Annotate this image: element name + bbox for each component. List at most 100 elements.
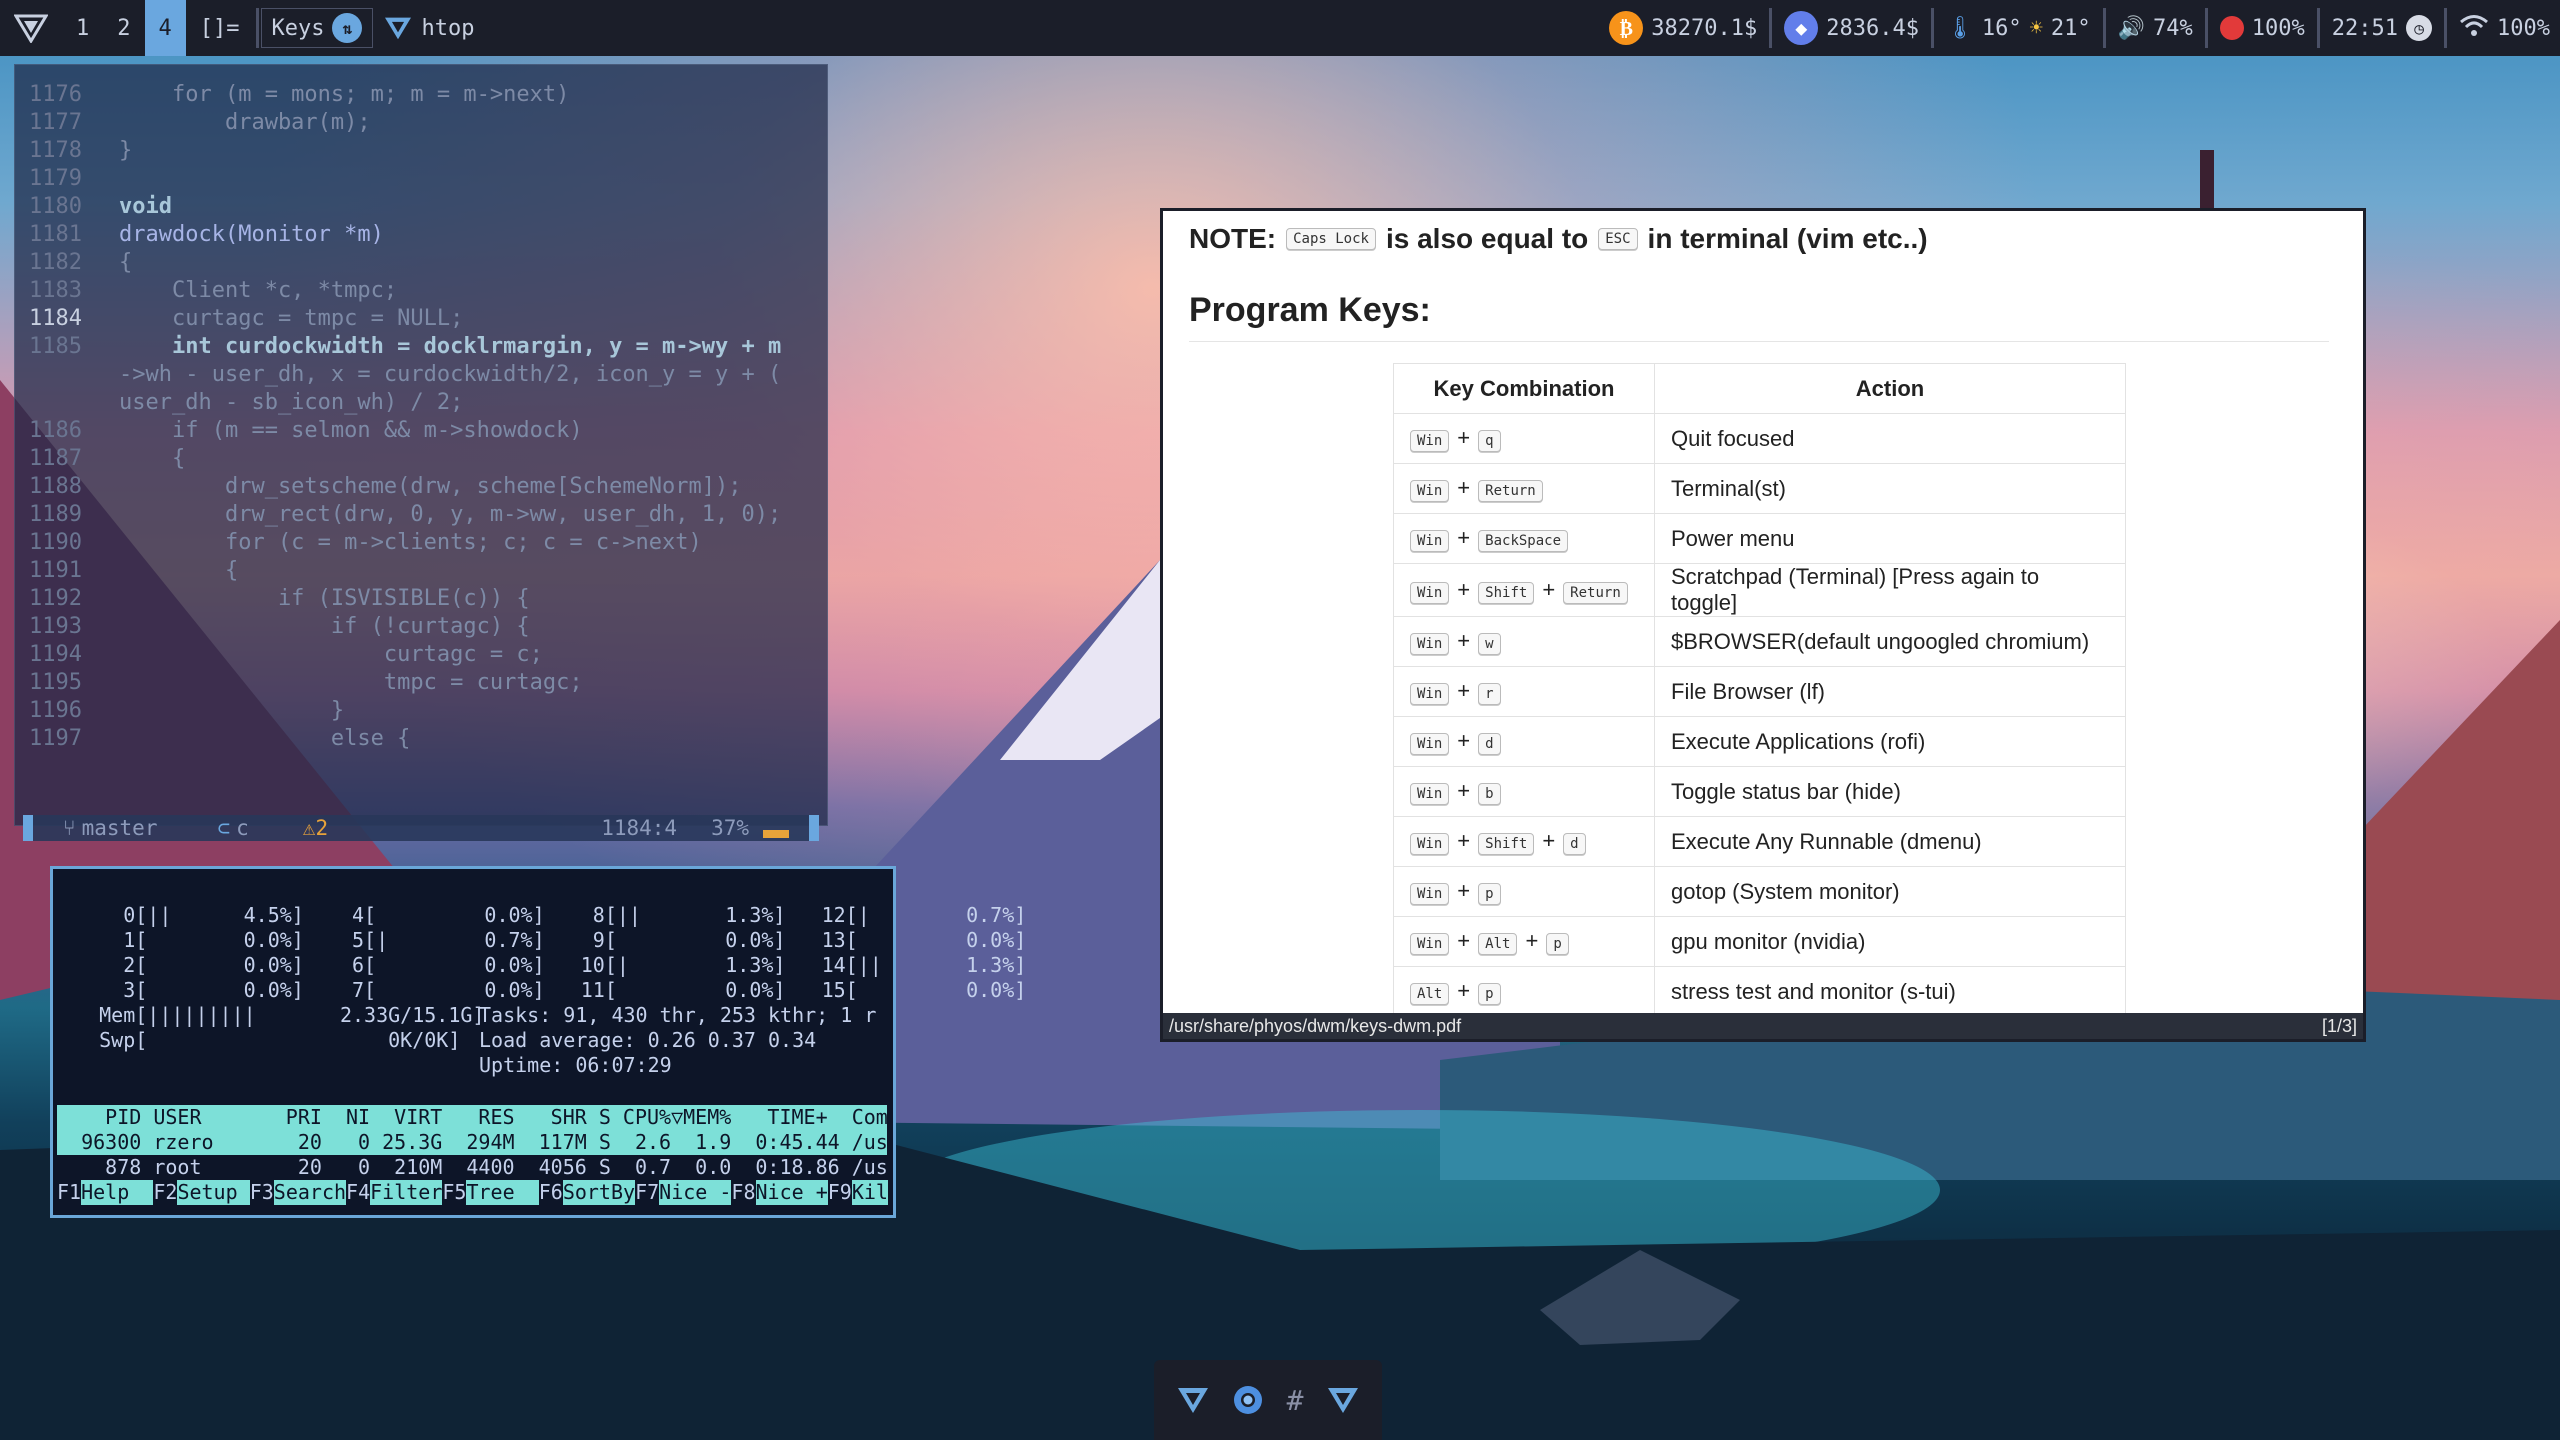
code-line[interactable]: 1184 curtagc = tmpc = NULL;	[29, 305, 829, 333]
code-line[interactable]: 1186 if (m == selmon && m->showdock)	[29, 417, 829, 445]
swap-meter: Swp[ 0K/0K]	[63, 1028, 461, 1052]
tag-4[interactable]: 4	[144, 0, 186, 56]
code-line[interactable]: 1176 for (m = mons; m; m = m->next)	[29, 81, 829, 109]
process-table-header[interactable]: PID USER PRI NI VIRT RES SHR S CPU%▽MEM%…	[57, 1105, 888, 1130]
layout-indicator[interactable]: []=	[186, 0, 254, 56]
key: Win	[1410, 530, 1450, 552]
battery: 100%	[2210, 0, 2315, 56]
code-line[interactable]: 1193 if (!curtagc) {	[29, 613, 829, 641]
code-line[interactable]: 1197 else {	[29, 725, 829, 753]
plus-sign: +	[1457, 678, 1471, 703]
code-line[interactable]: 1187 {	[29, 445, 829, 473]
code-text: for (c = m->clients; c; c = c->next)	[119, 530, 702, 555]
function-key[interactable]: F9	[828, 1180, 852, 1205]
function-key-label[interactable]: Nice -	[659, 1180, 732, 1205]
battery-icon	[2219, 16, 2244, 40]
code-line[interactable]: 1190 for (c = m->clients; c; c = c->next…	[29, 529, 829, 557]
function-key-label[interactable]: Filter	[370, 1180, 443, 1205]
code-line[interactable]: ->wh - user_dh, x = curdockwidth/2, icon…	[29, 361, 829, 389]
wifi[interactable]: 100%	[2449, 0, 2560, 56]
code-editor-window[interactable]: 1176 for (m = mons; m; m = m->next) 1177 …	[14, 64, 829, 841]
function-key[interactable]: F1	[57, 1180, 81, 1205]
line-number: 1183	[29, 278, 82, 303]
function-key-label[interactable]: Setup	[177, 1180, 250, 1205]
code-line[interactable]: 1179	[29, 165, 829, 193]
action-text: Terminal(st)	[1654, 463, 2126, 514]
section-heading: Program Keys:	[1189, 291, 1431, 329]
table-row: Win + Shift + Return Scratchpad (Terminal) [P…	[1393, 563, 2126, 617]
phyos-icon[interactable]	[1326, 1385, 1360, 1415]
htop-terminal[interactable]: 0[|| 4.5%] 4[ 0.0%] 8[|| 1.3%] 12[| 0.7%…	[50, 866, 1026, 1218]
plus-sign: +	[1457, 475, 1471, 500]
clock: 22:51 ◷	[2322, 0, 2442, 56]
code-area[interactable]: 1176 for (m = mons; m; m = m->next) 1177 …	[29, 81, 829, 753]
wifi-value: 100%	[2497, 15, 2550, 41]
table-row: Win + Alt + p gpu monitor (nvidia)	[1393, 916, 2126, 967]
key: Win	[1410, 883, 1450, 905]
table-row: Win + w $BROWSER(default ungoogled chromium…	[1393, 616, 2126, 667]
action-text: File Browser (lf)	[1654, 666, 2126, 717]
code-text: drw_rect(drw, 0, y, m->ww, user_dh, 1, 0…	[119, 502, 782, 527]
code-line[interactable]: 1192 if (ISVISIBLE(c)) {	[29, 585, 829, 613]
phyos-icon[interactable]	[1176, 1385, 1210, 1415]
code-line[interactable]: 1196 }	[29, 697, 829, 725]
function-key-label[interactable]: Nice +	[755, 1180, 828, 1205]
function-key-label[interactable]: Search	[273, 1180, 347, 1205]
chromium-icon[interactable]	[1232, 1384, 1264, 1416]
phyos-logo-icon[interactable]	[0, 0, 62, 56]
pdf-viewer-window[interactable]: NOTE: Caps Lock is also equal to ESC in …	[1160, 208, 2366, 1042]
plus-sign: +	[1457, 878, 1471, 903]
tag-2[interactable]: 2	[103, 0, 144, 56]
action-text: Execute Any Runnable (dmenu)	[1654, 816, 2126, 867]
btc-price: ₿ 38270.1$	[1599, 0, 1767, 56]
code-text: tmpc = curtagc;	[119, 670, 583, 695]
code-line[interactable]: user_dh - sb_icon_wh) / 2;	[29, 389, 829, 417]
cpu-meter-row: 3[ 0.0%] 7[ 0.0%] 11[ 0.0%] 15[ 0.0%]	[63, 978, 1027, 1002]
line-number: 1193	[29, 614, 82, 639]
code-line[interactable]: 1189 drw_rect(drw, 0, y, m->ww, user_dh,…	[29, 501, 829, 529]
code-text: drawbar(m);	[119, 110, 371, 135]
process-row-selected[interactable]: 96300 rzero 20 0 25.3G 294M 117M S 2.6 1…	[57, 1130, 888, 1155]
function-key[interactable]: F5	[442, 1180, 466, 1205]
function-key[interactable]: F2	[153, 1180, 177, 1205]
function-key[interactable]: F7	[635, 1180, 659, 1205]
language-icon: ⊂	[217, 816, 231, 840]
tag-1[interactable]: 1	[62, 0, 103, 56]
function-key-label[interactable]: Kil	[851, 1180, 888, 1205]
function-key-label[interactable]: SortBy	[562, 1180, 636, 1205]
phyos-icon	[385, 17, 412, 40]
scroll-indicator	[763, 830, 789, 838]
volume[interactable]: 🔊 74%	[2108, 0, 2203, 56]
window-tab-htop[interactable]: htop	[373, 0, 484, 56]
bitcoin-icon: ₿	[1609, 11, 1644, 45]
btc-value: 38270.1$	[1651, 15, 1758, 41]
code-line[interactable]: 1180 void	[29, 193, 829, 221]
line-number: 1177	[29, 110, 82, 135]
code-text: drawdock(Monitor *m)	[119, 222, 384, 247]
function-key[interactable]: F6	[539, 1180, 563, 1205]
function-key-label[interactable]: Tree	[466, 1180, 539, 1205]
code-line[interactable]: 1181 drawdock(Monitor *m)	[29, 221, 829, 249]
code-line[interactable]: 1185 int curdockwidth = docklrmargin, y …	[29, 333, 829, 361]
code-line[interactable]: 1188 drw_setscheme(drw, scheme[SchemeNor…	[29, 473, 829, 501]
window-tab-keys[interactable]: Keys ⇅	[260, 8, 374, 48]
code-line[interactable]: 1177 drawbar(m);	[29, 109, 829, 137]
line-number: 1192	[29, 586, 82, 611]
code-line[interactable]: 1191 {	[29, 557, 829, 585]
code-line[interactable]: 1195 tmpc = curtagc;	[29, 669, 829, 697]
code-line[interactable]: 1183 Client *c, *tmpc;	[29, 277, 829, 305]
code-text: }	[119, 138, 133, 163]
code-line[interactable]: 1178}	[29, 137, 829, 165]
function-key-label[interactable]: Help	[81, 1180, 154, 1205]
code-line[interactable]: 1194 curtagc = c;	[29, 641, 829, 669]
function-key[interactable]: F8	[731, 1180, 755, 1205]
process-row[interactable]: 878 root 20 0 210M 4400 4056 S 0.7 0.0 0…	[57, 1155, 888, 1180]
warning-count: 2	[315, 816, 329, 840]
function-key[interactable]: F3	[250, 1180, 274, 1205]
hash-icon[interactable]: #	[1287, 1384, 1304, 1417]
esc-key: ESC	[1598, 228, 1638, 250]
function-key[interactable]: F4	[346, 1180, 370, 1205]
code-text: {	[119, 558, 239, 583]
plus-sign: +	[1457, 525, 1471, 550]
code-line[interactable]: 1182 {	[29, 249, 829, 277]
